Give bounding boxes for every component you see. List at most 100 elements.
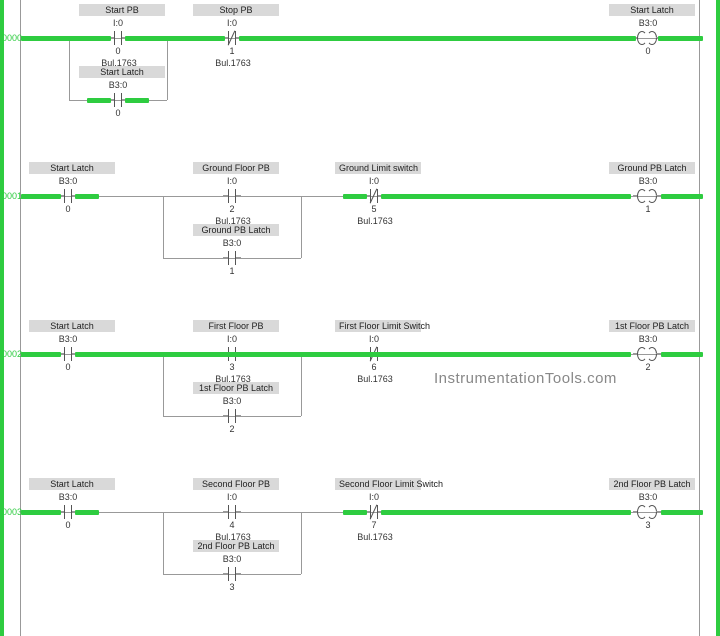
- element-addr: I:0: [99, 18, 137, 28]
- element-title: Second Floor Limit Switch: [335, 478, 421, 490]
- element-bit: 1: [641, 204, 655, 214]
- rung-number: 0000: [2, 33, 20, 43]
- ote-coil: [633, 31, 661, 45]
- power-flow: [21, 510, 57, 515]
- power-flow: [343, 194, 367, 199]
- element-bit: 0: [61, 520, 75, 530]
- xic-contact: [223, 567, 241, 581]
- element-title: Ground PB Latch: [609, 162, 695, 174]
- element-bit: 4: [225, 520, 239, 530]
- rung-number: 0002: [2, 349, 20, 359]
- element-bit: 0: [641, 46, 655, 56]
- element-title: Stop PB: [193, 4, 279, 16]
- element-bit: 3: [225, 362, 239, 372]
- element-bit: 6: [367, 362, 381, 372]
- watermark: InstrumentationTools.com: [434, 370, 617, 387]
- element-addr: I:0: [355, 334, 393, 344]
- power-flow: [661, 352, 703, 357]
- power-flow: [21, 352, 57, 357]
- power-flow: [21, 36, 107, 41]
- element-title: 2nd Floor PB Latch: [609, 478, 695, 490]
- element-bit: 5: [367, 204, 381, 214]
- power-flow: [383, 510, 631, 515]
- wire: [163, 196, 164, 258]
- element-bit: 2: [225, 424, 239, 434]
- element-bit: 3: [225, 582, 239, 592]
- element-title: Ground PB Latch: [193, 224, 279, 236]
- power-flow: [21, 194, 57, 199]
- element-addr: I:0: [213, 492, 251, 502]
- element-title: Second Floor PB: [193, 478, 279, 490]
- rung-number: 0003: [2, 507, 20, 517]
- element-title: 1st Floor PB Latch: [193, 382, 279, 394]
- wire: [163, 512, 164, 574]
- element-addr: B3:0: [213, 238, 251, 248]
- element-bit: 3: [641, 520, 655, 530]
- xic-contact: [223, 409, 241, 423]
- left-rail: [20, 0, 21, 636]
- element-addr: B3:0: [631, 334, 665, 344]
- element-addr: B3:0: [631, 176, 665, 186]
- element-bit: 0: [61, 362, 75, 372]
- element-title: Start Latch: [29, 320, 115, 332]
- element-addr: I:0: [213, 334, 251, 344]
- power-flow: [661, 510, 703, 515]
- element-addr: B3:0: [49, 492, 87, 502]
- element-bit: 2: [641, 362, 655, 372]
- power-flow: [127, 36, 223, 41]
- element-bit: 2: [225, 204, 239, 214]
- element-addr: B3:0: [213, 396, 251, 406]
- wire: [163, 354, 164, 416]
- element-addr: B3:0: [99, 80, 137, 90]
- element-title: Start PB: [79, 4, 165, 16]
- xic-contact: [223, 505, 241, 519]
- element-addr: B3:0: [631, 18, 665, 28]
- wire: [301, 512, 302, 574]
- element-bit: 1: [225, 266, 239, 276]
- power-flow: [75, 510, 99, 515]
- element-note: Bul.1763: [351, 374, 399, 384]
- element-title: Ground Limit switch: [335, 162, 421, 174]
- element-title: First Floor Limit Switch: [335, 320, 421, 332]
- element-addr: I:0: [355, 492, 393, 502]
- wire: [301, 354, 302, 416]
- element-title: Start Latch: [29, 478, 115, 490]
- power-flow: [343, 510, 367, 515]
- wire: [167, 38, 168, 100]
- power-flow: [241, 36, 631, 41]
- element-addr: I:0: [355, 176, 393, 186]
- element-note: Bul.1763: [351, 216, 399, 226]
- power-flow: [87, 98, 111, 103]
- element-bit: 1: [225, 46, 239, 56]
- power-flow: [77, 352, 631, 357]
- element-bit: 0: [111, 108, 125, 118]
- rung-number: 0001: [2, 191, 20, 201]
- element-addr: B3:0: [49, 176, 87, 186]
- power-flow: [75, 194, 99, 199]
- element-addr: B3:0: [49, 334, 87, 344]
- element-title: Start Latch: [29, 162, 115, 174]
- element-bit: 7: [367, 520, 381, 530]
- right-rail: [699, 0, 700, 636]
- power-flow: [125, 98, 149, 103]
- ladder-canvas: InstrumentationTools.com 0000Start PBI:0…: [0, 0, 720, 636]
- element-title: First Floor PB: [193, 320, 279, 332]
- wire: [301, 196, 302, 258]
- xic-contact: [223, 251, 241, 265]
- ote-coil: [633, 189, 661, 203]
- element-title: Ground Floor PB: [193, 162, 279, 174]
- ote-coil: [633, 505, 661, 519]
- element-note: Bul.1763: [351, 532, 399, 542]
- element-bit: 0: [61, 204, 75, 214]
- element-title: Start Latch: [79, 66, 165, 78]
- power-flow: [383, 194, 631, 199]
- element-addr: I:0: [213, 18, 251, 28]
- xic-contact: [223, 189, 241, 203]
- element-note: Bul.1763: [209, 58, 257, 68]
- element-title: Start Latch: [609, 4, 695, 16]
- element-addr: I:0: [213, 176, 251, 186]
- ote-coil: [633, 347, 661, 361]
- element-title: 1st Floor PB Latch: [609, 320, 695, 332]
- wire: [69, 38, 70, 100]
- power-flow: [661, 194, 703, 199]
